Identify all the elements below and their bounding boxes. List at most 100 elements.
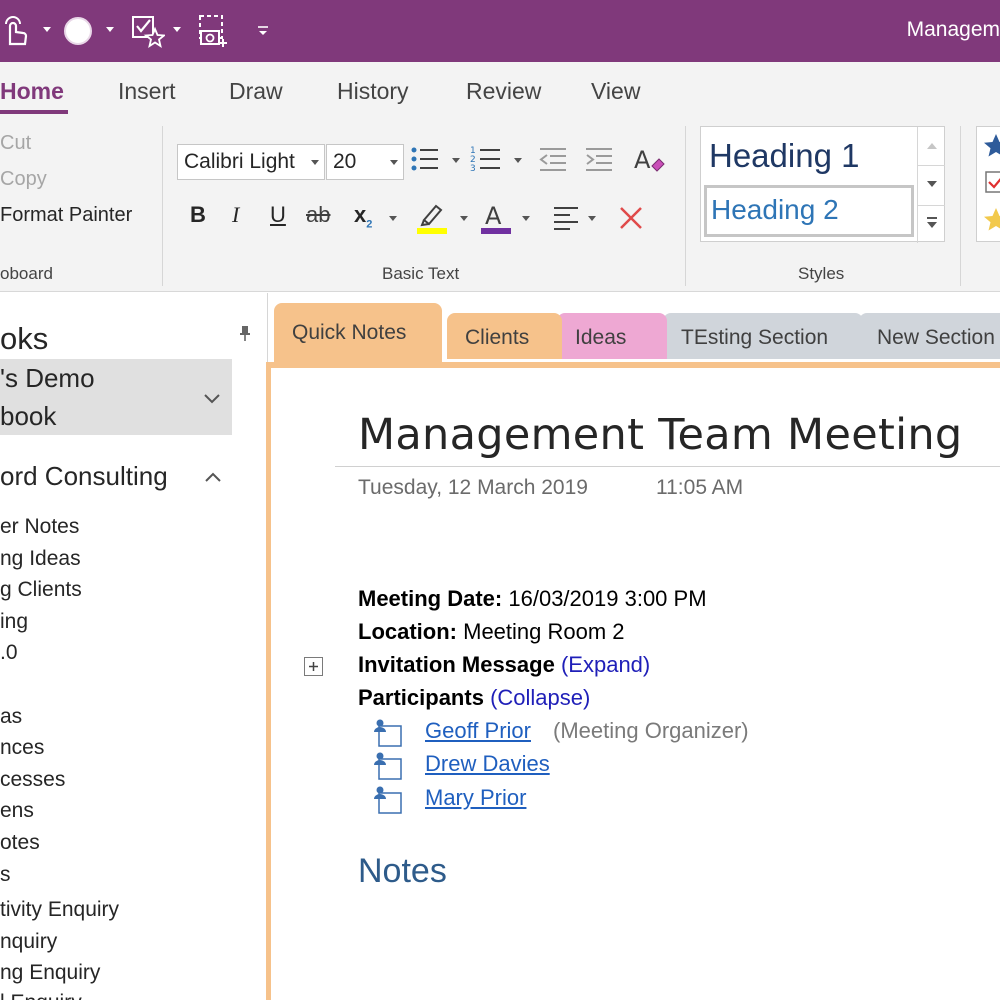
section-item[interactable]: ing (0, 610, 28, 634)
more-styles-icon[interactable] (927, 217, 937, 219)
style-heading-1[interactable]: Heading 1 (709, 137, 859, 175)
touch-mode-dropdown-icon[interactable] (43, 27, 51, 32)
section-tab-clients[interactable]: Clients (447, 313, 562, 359)
section-item[interactable]: otes (0, 831, 40, 855)
tab-review[interactable]: Review (466, 78, 541, 105)
collapse-link[interactable]: (Collapse) (490, 685, 590, 710)
tag-checkbox-star-icon[interactable] (131, 12, 165, 50)
chevron-up-icon[interactable] (205, 469, 221, 487)
location-value: Meeting Room 2 (463, 619, 625, 644)
section-item[interactable]: s (0, 863, 11, 887)
circle-dropdown-icon[interactable] (106, 27, 114, 32)
section-item[interactable]: as (0, 705, 22, 729)
styles-scrollbar[interactable] (917, 127, 945, 243)
copy-button[interactable]: Copy (0, 168, 47, 191)
notes-heading[interactable]: Notes (358, 852, 447, 891)
strikethrough-button[interactable]: ab (306, 202, 330, 228)
italic-button[interactable]: I (232, 202, 239, 228)
styles-group-label: Styles (798, 264, 845, 283)
section-item[interactable]: .0 (0, 641, 18, 665)
screen-clipping-icon[interactable] (197, 12, 229, 50)
paragraph-alignment-icon[interactable] (552, 204, 580, 235)
contact-card-icon (371, 785, 403, 820)
section-item[interactable]: l Enquiry (0, 991, 82, 1000)
tab-home[interactable]: Home (0, 78, 64, 105)
font-color-dropdown-icon[interactable] (522, 216, 530, 221)
increase-indent-icon[interactable] (584, 146, 614, 177)
styles-gallery: Heading 1 Heading 2 (700, 126, 945, 243)
section-item[interactable]: er Notes (0, 515, 79, 539)
section-item[interactable]: nces (0, 736, 44, 760)
chevron-down-icon[interactable] (204, 391, 220, 409)
bullets-dropdown-icon[interactable] (452, 158, 460, 163)
numbering-icon[interactable]: 123 (470, 144, 502, 179)
section-item[interactable]: cesses (0, 768, 65, 792)
pin-icon[interactable] (239, 325, 251, 346)
expand-link[interactable]: (Expand) (561, 652, 650, 677)
section-item[interactable]: ng Enquiry (0, 961, 100, 985)
tab-insert[interactable]: Insert (118, 78, 176, 105)
participant-link[interactable]: Drew Davies (425, 751, 550, 777)
clear-formatting-icon[interactable]: A (634, 144, 666, 181)
section-item[interactable]: ens (0, 799, 34, 823)
section-tab-ideas[interactable]: Ideas (557, 313, 667, 359)
page-date: Tuesday, 12 March 2019 (358, 476, 588, 499)
tab-draw[interactable]: Draw (229, 78, 283, 105)
section-item[interactable]: nquiry (0, 930, 57, 954)
font-size-value: 20 (333, 150, 357, 173)
subscript-dropdown-icon[interactable] (389, 216, 397, 221)
location-line[interactable]: Location: Meeting Room 2 (358, 619, 625, 645)
chevron-down-icon (390, 160, 398, 165)
cut-button[interactable]: Cut (0, 132, 31, 155)
window-title: Managem (906, 18, 1000, 41)
invitation-line[interactable]: Invitation Message (Expand) (358, 652, 650, 678)
section-tab-testing[interactable]: TEsting Section (663, 313, 863, 359)
font-color-icon[interactable]: A (480, 200, 512, 239)
decrease-indent-icon[interactable] (538, 146, 568, 177)
title-bar: Managem (0, 0, 1000, 62)
participants-line[interactable]: Participants (Collapse) (358, 685, 590, 711)
participant-link[interactable]: Geoff Prior (425, 718, 531, 744)
style-heading-2[interactable]: Heading 2 (704, 185, 914, 237)
font-name-combo[interactable]: Calibri Light (177, 144, 325, 180)
circle-icon[interactable] (62, 12, 94, 50)
section-item[interactable]: tivity Enquiry (0, 898, 119, 922)
section-item[interactable]: g Clients (0, 578, 82, 602)
star-icon[interactable] (983, 133, 1000, 164)
tag-dropdown-icon[interactable] (173, 27, 181, 32)
font-size-combo[interactable]: 20 (326, 144, 404, 180)
tags-gallery (976, 126, 1000, 242)
page-title[interactable]: Management Team Meeting (358, 410, 963, 460)
bullets-icon[interactable] (410, 144, 440, 179)
basic-text-group-label: Basic Text (382, 264, 460, 283)
subscript-button[interactable]: x2 (354, 202, 372, 230)
bold-button[interactable]: B (190, 202, 206, 228)
title-divider (335, 466, 1000, 467)
underline-button[interactable]: U (270, 202, 286, 228)
clipboard-group-label: oboard (0, 264, 53, 283)
notebook-demo[interactable]: 's Demo book (0, 359, 232, 435)
tab-history[interactable]: History (337, 78, 409, 105)
customize-toolbar-icon[interactable] (256, 12, 270, 50)
alignment-dropdown-icon[interactable] (588, 216, 596, 221)
page-canvas[interactable]: Management Team Meeting Tuesday, 12 Marc… (271, 368, 1000, 1000)
participant-link[interactable]: Mary Prior (425, 785, 526, 811)
checkbox-icon[interactable] (985, 171, 1000, 200)
chevron-down-icon[interactable] (927, 181, 937, 187)
section-tab-new-section[interactable]: New Section (859, 313, 1000, 359)
highlighter-icon[interactable] (416, 200, 448, 239)
meeting-date-line[interactable]: Meeting Date: 16/03/2019 3:00 PM (358, 586, 707, 612)
format-painter-button[interactable]: Format Painter (0, 204, 132, 227)
touch-mode-icon[interactable] (2, 12, 28, 50)
highlighter-dropdown-icon[interactable] (460, 216, 468, 221)
gold-star-icon[interactable] (983, 207, 1000, 238)
group-divider (162, 126, 163, 286)
section-tab-quick-notes[interactable]: Quick Notes (274, 303, 442, 363)
numbering-dropdown-icon[interactable] (514, 158, 522, 163)
expand-toggle[interactable] (304, 657, 323, 676)
tab-view[interactable]: View (591, 78, 640, 105)
chevron-up-icon[interactable] (927, 143, 937, 149)
section-item[interactable]: ng Ideas (0, 547, 81, 571)
delete-icon[interactable] (617, 204, 645, 237)
notebook-consulting[interactable]: ord Consulting (0, 461, 168, 492)
